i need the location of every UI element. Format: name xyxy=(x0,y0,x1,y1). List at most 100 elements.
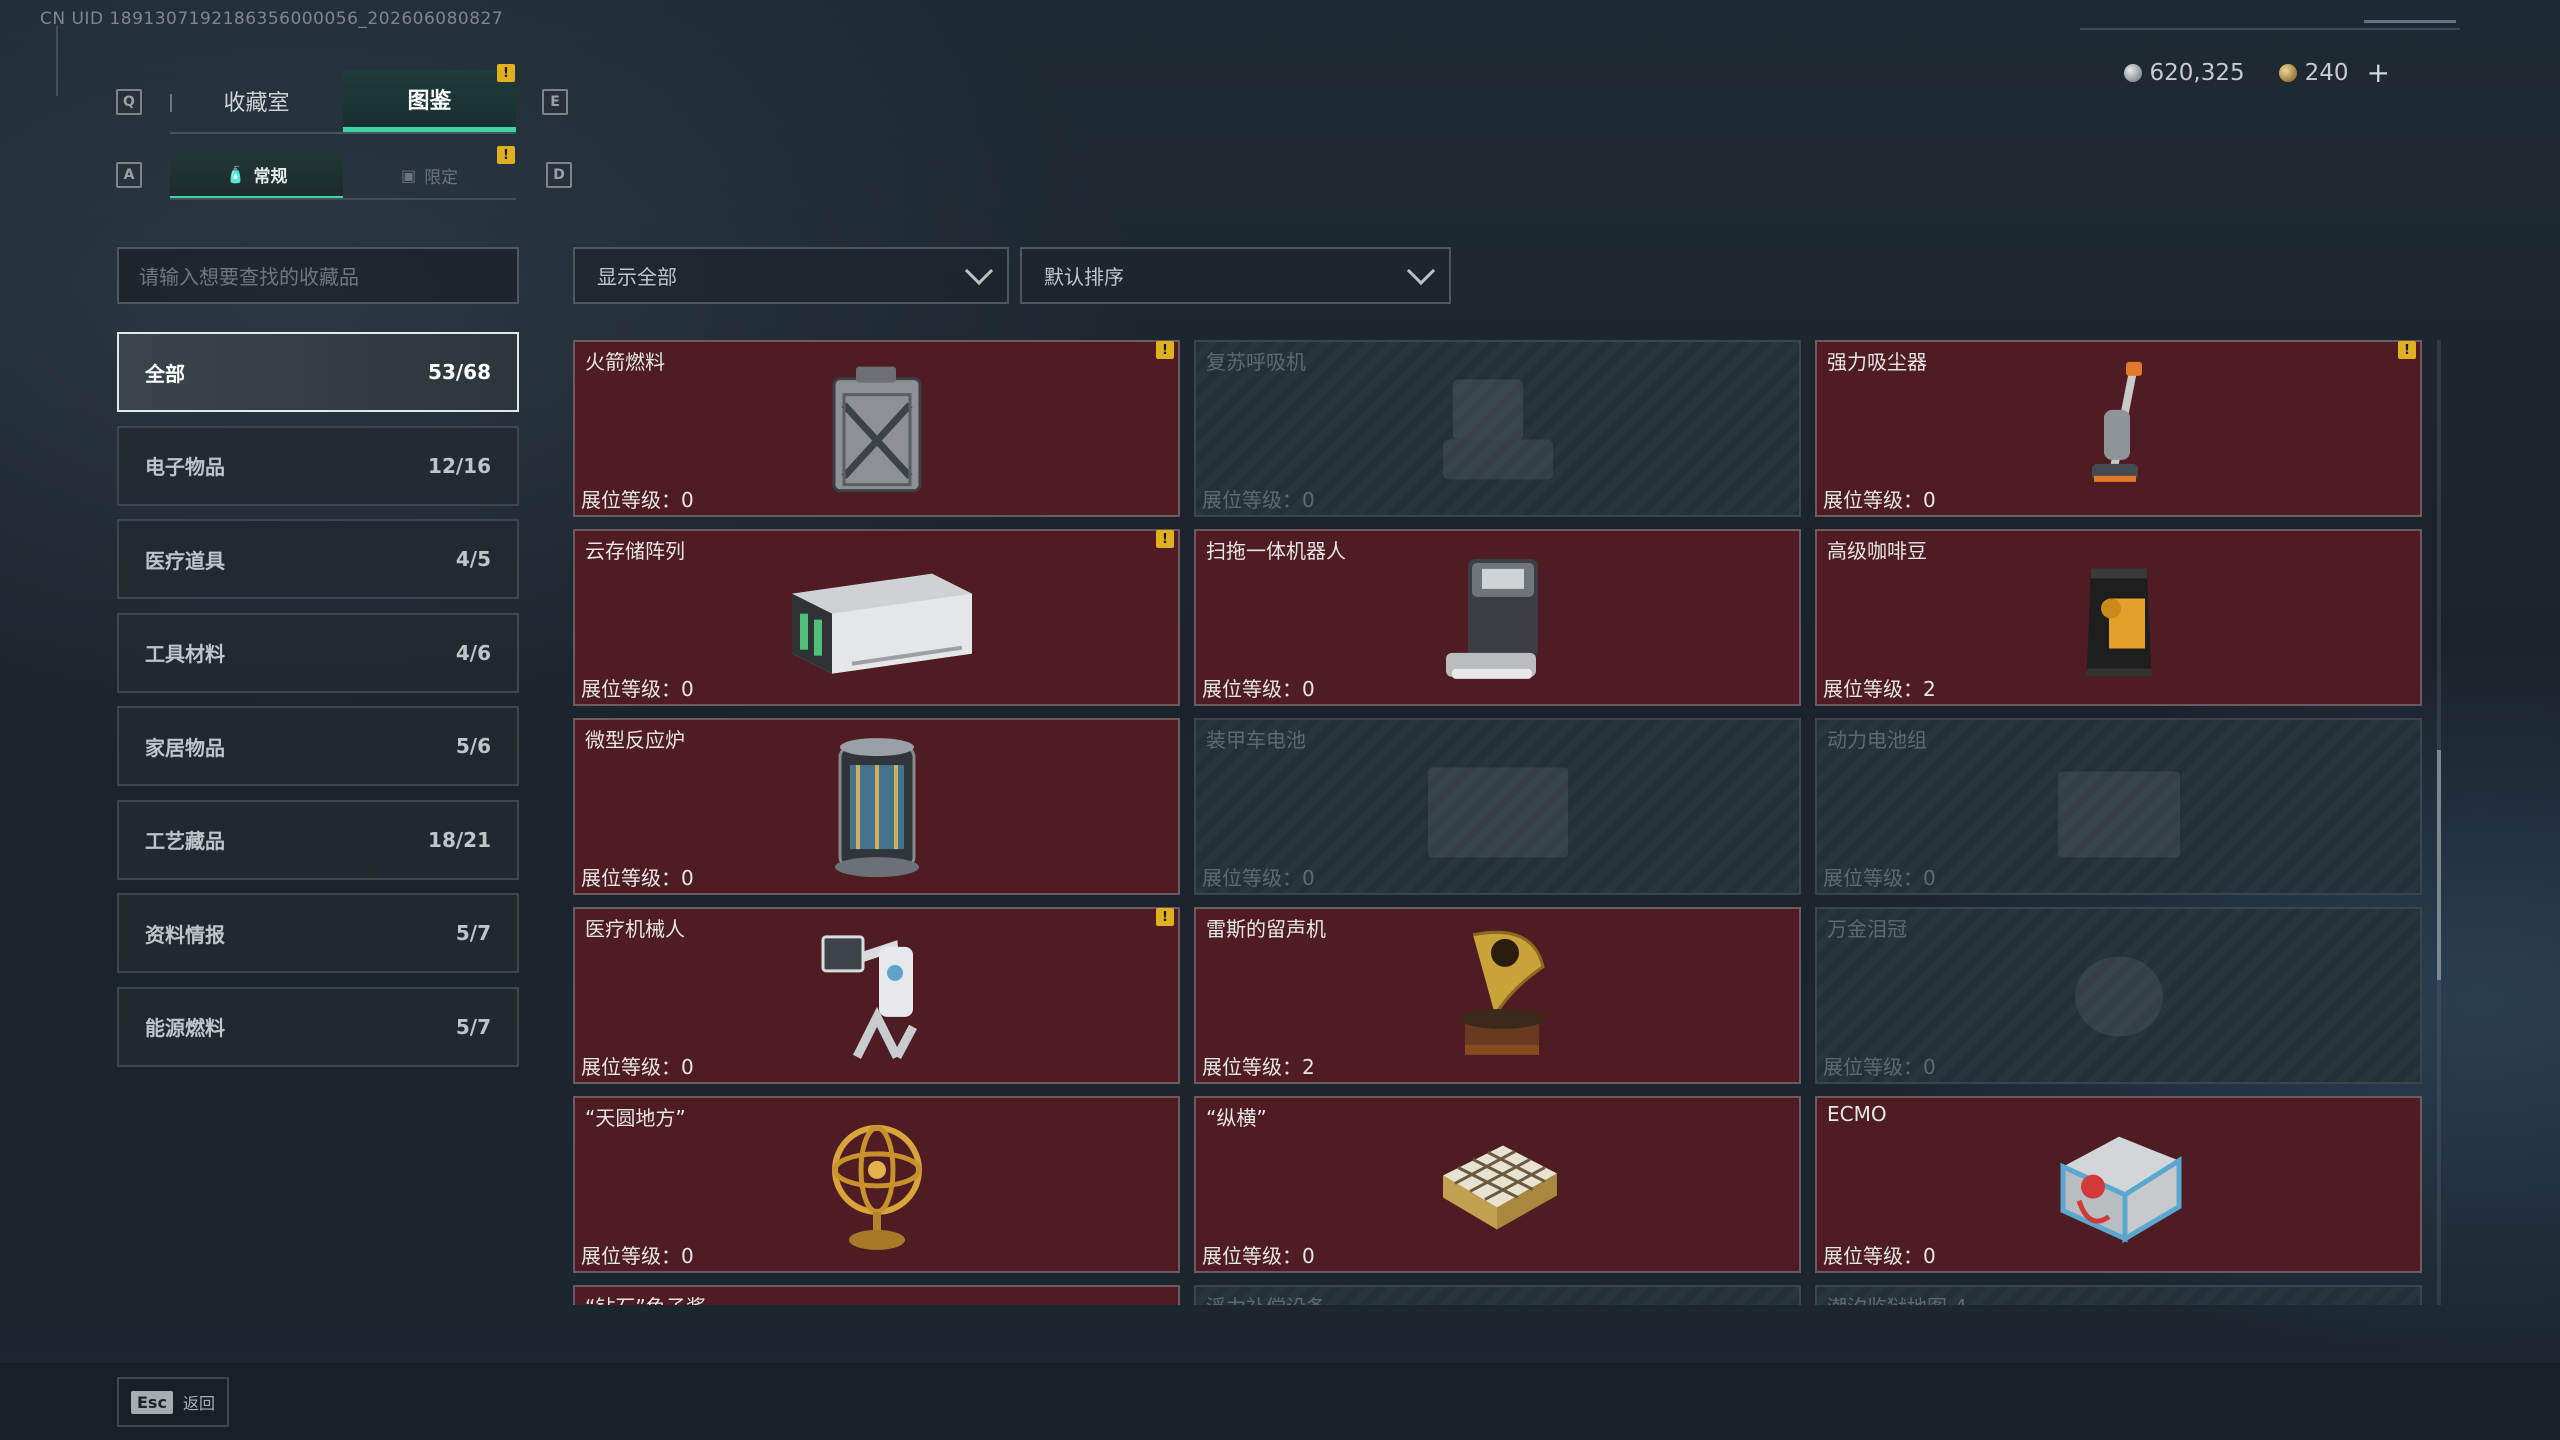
search-input[interactable]: 请输入想要查找的收藏品 xyxy=(117,247,519,304)
top-divider xyxy=(2080,28,2460,30)
prev-subtab-key-hint[interactable]: A xyxy=(116,162,142,188)
item-level: 展位等级：0 xyxy=(581,484,694,513)
tab-collection-room[interactable]: 收藏室 xyxy=(170,70,343,132)
item-name: 火箭燃料 xyxy=(585,350,665,374)
new-item-alert-icon: ! xyxy=(1156,341,1174,359)
level-value: 0 xyxy=(1923,488,1936,512)
category-label: 能源燃料 xyxy=(145,1016,225,1040)
medical-robot-icon xyxy=(817,926,937,1070)
category-label: 电子物品 xyxy=(145,455,225,479)
category-energy[interactable]: 能源燃料 5/7 xyxy=(117,986,519,1067)
level-prefix: 展位等级： xyxy=(1823,866,1923,890)
item-level: 展位等级：0 xyxy=(1823,484,1936,513)
back-label: 返回 xyxy=(182,1394,215,1413)
category-electronics[interactable]: 电子物品 12/16 xyxy=(117,425,519,506)
item-level: 展位等级：0 xyxy=(1823,862,1936,891)
level-prefix: 展位等级： xyxy=(581,677,681,701)
add-currency-button[interactable]: + xyxy=(2367,56,2390,89)
category-all[interactable]: 全部 53/68 xyxy=(117,332,519,412)
back-button[interactable]: Esc 返回 xyxy=(117,1377,229,1427)
level-prefix: 展位等级： xyxy=(1823,488,1923,512)
sort-dropdown[interactable]: 默认排序 xyxy=(1020,247,1451,304)
level-value: 0 xyxy=(681,1055,694,1079)
next-subtab-key-hint[interactable]: D xyxy=(546,162,572,188)
currency-bar: 620,325 240 + xyxy=(2123,56,2390,89)
scrollbar-thumb[interactable] xyxy=(2437,750,2441,980)
item-name: 云存储阵列 xyxy=(585,539,685,563)
item-name: 万金泪冠 xyxy=(1827,917,1907,941)
collection-item-card[interactable]: 云存储阵列 展位等级：0! xyxy=(573,529,1180,706)
main-tab-bar: 收藏室 图鉴 xyxy=(170,70,516,134)
collection-item-card[interactable]: “钻石”鱼子酱展位等级： xyxy=(573,1285,1180,1305)
item-name: “纵横” xyxy=(1206,1106,1267,1130)
level-value: 2 xyxy=(1923,677,1936,701)
level-value: 0 xyxy=(1923,1055,1936,1079)
collection-item-card[interactable]: 火箭燃料展位等级：0! xyxy=(573,340,1180,517)
level-value: 0 xyxy=(1923,866,1936,890)
level-value: 0 xyxy=(1302,488,1315,512)
collection-item-card[interactable]: 雷斯的留声机展位等级：2 xyxy=(1194,907,1801,1084)
corner-decoration xyxy=(56,26,70,96)
category-label: 医疗道具 xyxy=(145,548,225,573)
collection-item-card[interactable]: 万金泪冠展位等级：0 xyxy=(1815,907,2422,1084)
collection-item-card[interactable]: 潮汐监狱地图-4展位等级： xyxy=(1815,1285,2422,1305)
storage-array-icon xyxy=(772,553,982,687)
category-intel[interactable]: 资料情报 5/7 xyxy=(117,893,519,973)
item-level: 展位等级：0 xyxy=(1823,1240,1936,1269)
prev-tab-key-hint[interactable]: Q xyxy=(116,89,142,115)
collection-item-card[interactable]: “天圆地方” 展位等级：0 xyxy=(573,1096,1180,1273)
item-name: 雷斯的留声机 xyxy=(1206,917,1326,941)
collection-item-card[interactable]: 强力吸尘器 展位等级：0! xyxy=(1815,340,2422,517)
tab-catalog-alert-icon: ! xyxy=(497,64,515,82)
vacuum-cleaner-icon xyxy=(2074,359,2164,503)
category-list: 全部 53/68 电子物品 12/16 医疗道具 4/5 工具材料 4/6 家居物品 5/… xyxy=(117,332,519,1080)
item-level: 展位等级：2 xyxy=(1823,673,1936,702)
item-name: 浮力补偿设备 xyxy=(1206,1291,1326,1305)
item-level: 展位等级：0 xyxy=(581,862,694,891)
collection-item-card[interactable]: ECMO 展位等级：0 xyxy=(1815,1096,2422,1273)
collection-item-card[interactable]: “纵横” 展位等级：0 xyxy=(1194,1096,1801,1273)
item-name: 复苏呼吸机 xyxy=(1206,350,1306,374)
item-level: 展位等级：2 xyxy=(1202,1051,1315,1080)
item-level: 展位等级：0 xyxy=(581,1240,694,1269)
tab-label: 收藏室 xyxy=(223,91,290,116)
category-household[interactable]: 家居物品 5/6 xyxy=(117,706,519,786)
crown-icon xyxy=(2059,936,2179,1060)
level-value: 0 xyxy=(681,1244,694,1268)
filter-dropdown[interactable]: 显示全部 xyxy=(573,247,1009,304)
category-medical[interactable]: 医疗道具 4/5 xyxy=(117,519,519,599)
search-placeholder: 请输入想要查找的收藏品 xyxy=(139,265,359,289)
level-prefix: 展位等级： xyxy=(581,1055,681,1079)
tab-catalog[interactable]: 图鉴 xyxy=(343,70,516,132)
collection-item-card[interactable]: 扫拖一体机器人 展位等级：0 xyxy=(1194,529,1801,706)
collection-item-card[interactable]: 浮力补偿设备展位等级： xyxy=(1194,1285,1801,1305)
collection-item-card[interactable]: 微型反应炉 展位等级：0 xyxy=(573,718,1180,895)
category-count: 18/21 xyxy=(428,827,491,852)
category-count: 5/7 xyxy=(455,921,491,945)
category-crafts[interactable]: 工艺藏品 18/21 xyxy=(117,799,519,880)
tab-label: 图鉴 xyxy=(407,88,452,114)
subtab-limited[interactable]: ▣ 限定 xyxy=(343,152,516,198)
level-value: 0 xyxy=(681,677,694,701)
subtab-label: 常规 xyxy=(253,166,288,187)
chevron-down-icon xyxy=(964,256,994,285)
level-prefix: 展位等级： xyxy=(1823,1055,1923,1079)
collection-item-card[interactable]: 高级咖啡豆 展位等级：2 xyxy=(1815,529,2422,706)
collection-item-card[interactable]: 动力电池组 展位等级：0 xyxy=(1815,718,2422,895)
level-value: 0 xyxy=(1302,1244,1315,1268)
level-prefix: 展位等级： xyxy=(581,488,681,512)
category-label: 工艺藏品 xyxy=(145,829,225,853)
level-prefix: 展位等级： xyxy=(581,1244,681,1268)
filter-value: 显示全部 xyxy=(597,265,677,289)
new-item-alert-icon: ! xyxy=(1156,908,1174,926)
category-tools[interactable]: 工具材料 4/6 xyxy=(117,612,519,693)
collection-item-card[interactable]: 装甲车电池 展位等级：0 xyxy=(1194,718,1801,895)
next-tab-key-hint[interactable]: E xyxy=(542,89,568,115)
gold-currency: 240 + xyxy=(2278,56,2390,89)
level-prefix: 展位等级： xyxy=(1202,488,1302,512)
subtab-regular[interactable]: 🧴 常规 xyxy=(170,152,343,198)
chessboard-icon xyxy=(1433,1125,1563,1249)
category-label: 资料情报 xyxy=(145,922,225,947)
collection-item-card[interactable]: 复苏呼吸机展位等级：0 xyxy=(1194,340,1801,517)
collection-item-card[interactable]: 医疗机械人 展位等级：0! xyxy=(573,907,1180,1084)
